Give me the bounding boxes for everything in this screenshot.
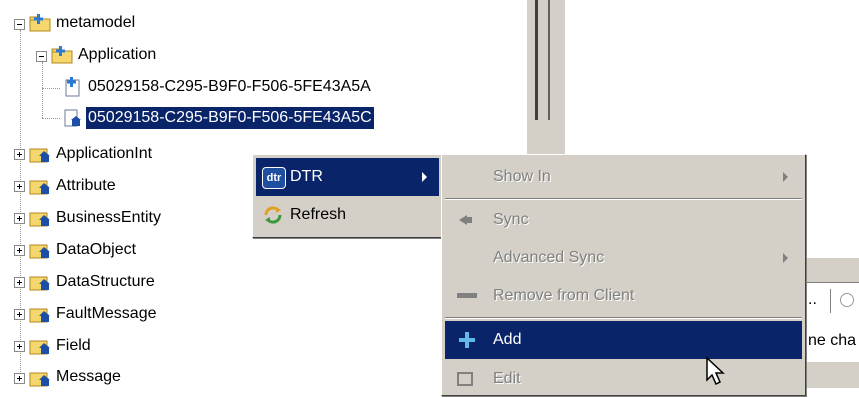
sync-icon <box>459 215 467 225</box>
mouse-cursor-icon <box>706 356 725 386</box>
folder-house-icon <box>29 276 50 291</box>
text-fragment: ne cha <box>808 332 857 349</box>
menu-item-label: Advanced Sync <box>493 249 605 266</box>
collapse-toggle[interactable] <box>14 19 25 30</box>
splitter-background <box>527 0 565 160</box>
circle-icon <box>840 293 854 307</box>
context-menu: dtr DTR Refresh <box>252 154 443 238</box>
menu-item-label: Sync <box>493 211 529 228</box>
menu-separator <box>445 198 802 200</box>
collapse-toggle[interactable] <box>36 51 47 62</box>
refresh-icon <box>264 206 282 224</box>
menu-item-remove-from-client[interactable]: Remove from Client <box>445 277 802 315</box>
tree-node-child[interactable]: 05029158-C295-B9F0-F506-5FE43A5A <box>88 76 371 98</box>
tab-divider <box>830 289 831 313</box>
edit-icon <box>457 372 473 386</box>
menu-item-add[interactable]: Add <box>445 321 802 359</box>
menu-item-refresh[interactable]: Refresh <box>256 196 439 234</box>
folder-add-icon <box>51 46 73 64</box>
folder-house-icon <box>29 180 50 195</box>
menu-item-advanced-sync[interactable]: Advanced Sync <box>445 239 802 277</box>
menu-item-label: Edit <box>493 370 521 387</box>
tree-node-label[interactable]: Message <box>56 366 121 388</box>
menu-item-show-in[interactable]: Show In <box>445 158 802 196</box>
tree-node-label[interactable]: DataObject <box>56 239 136 261</box>
document-house-icon <box>64 109 81 127</box>
expand-toggle[interactable] <box>14 277 25 288</box>
tree-node-child-selected[interactable]: 05029158-C295-B9F0-F506-5FE43A5C <box>85 106 375 130</box>
add-icon <box>459 332 475 348</box>
menu-item-edit[interactable]: Edit <box>445 360 802 390</box>
menu-item-label: DTR <box>290 168 323 185</box>
tree-node-label[interactable]: FaultMessage <box>56 303 157 325</box>
tree-node-label[interactable]: DataStructure <box>56 271 155 293</box>
expand-toggle[interactable] <box>14 181 25 192</box>
tree-node-metamodel[interactable]: metamodel <box>56 12 135 34</box>
tree-node-label[interactable]: ApplicationInt <box>56 143 152 165</box>
expand-toggle[interactable] <box>14 149 25 160</box>
tab-fragment[interactable]: .. <box>808 291 817 309</box>
remove-icon <box>457 293 477 298</box>
expand-toggle[interactable] <box>14 245 25 256</box>
submenu-arrow-icon <box>422 172 427 182</box>
tree-connector <box>42 62 44 118</box>
menu-item-label: Show In <box>493 168 551 185</box>
menu-item-dtr[interactable]: dtr DTR <box>256 158 439 196</box>
tree-node-label[interactable]: Attribute <box>56 175 116 197</box>
expand-toggle[interactable] <box>14 309 25 320</box>
tree-connector <box>42 118 60 120</box>
tree-node-application[interactable]: Application <box>78 44 156 66</box>
sync-icon-bar <box>467 217 472 223</box>
submenu-arrow-icon <box>783 253 788 263</box>
folder-house-icon <box>29 308 50 323</box>
submenu-arrow-icon <box>783 172 788 182</box>
dtr-icon: dtr <box>262 167 286 189</box>
menu-item-label: Add <box>493 331 522 348</box>
tree-node-label[interactable]: BusinessEntity <box>56 207 161 229</box>
folder-house-icon <box>29 340 50 355</box>
menu-item-label: Remove from Client <box>493 287 635 304</box>
tree-connector <box>42 88 60 90</box>
folder-house-icon <box>29 212 50 227</box>
menu-separator <box>445 317 802 319</box>
folder-house-icon <box>29 148 50 163</box>
expand-toggle[interactable] <box>14 341 25 352</box>
splitter-line <box>548 0 550 120</box>
tree-connector <box>20 30 22 380</box>
expand-toggle[interactable] <box>14 373 25 384</box>
expand-toggle[interactable] <box>14 213 25 224</box>
folder-house-icon <box>29 244 50 259</box>
dtr-submenu: Show In Sync Advanced Sync Remove from C… <box>441 154 806 396</box>
splitter-line <box>535 0 538 120</box>
menu-item-sync[interactable]: Sync <box>445 201 802 239</box>
folder-add-icon <box>29 14 51 32</box>
document-add-icon <box>65 77 80 97</box>
menu-item-label: Refresh <box>290 206 347 223</box>
folder-house-icon <box>29 372 50 387</box>
tree-node-label[interactable]: Field <box>56 335 91 357</box>
